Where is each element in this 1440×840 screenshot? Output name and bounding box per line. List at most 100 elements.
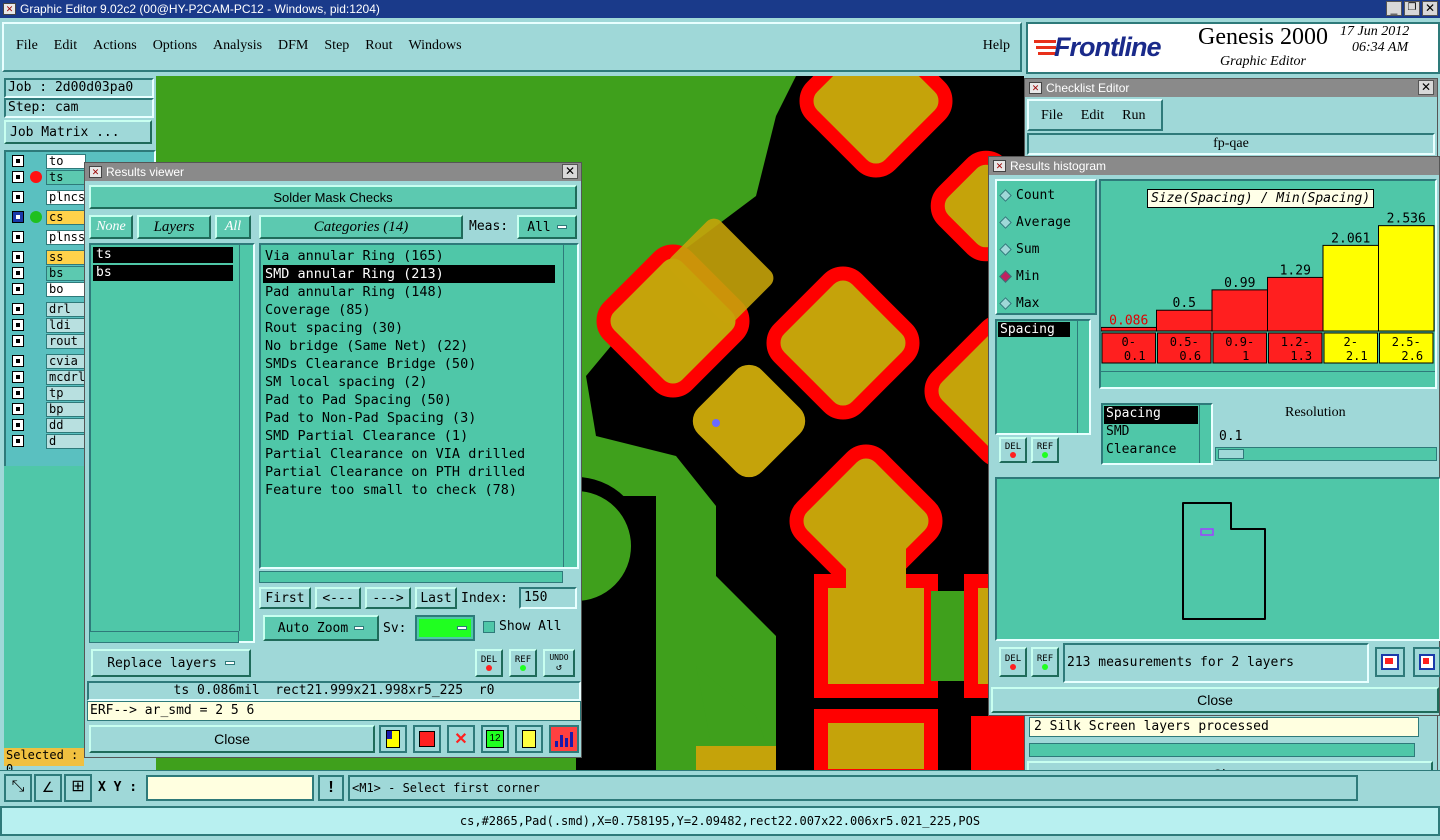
report-icon[interactable] — [515, 725, 543, 753]
histogram-fit-icon[interactable] — [1413, 647, 1440, 677]
layer-list-scroll[interactable] — [239, 245, 253, 631]
all-layers-button[interactable]: All — [215, 215, 251, 239]
layer-checkbox[interactable] — [12, 267, 24, 279]
measure-list-item[interactable]: Spacing — [998, 322, 1070, 337]
categories-button[interactable]: Categories (14) — [259, 215, 463, 239]
close-window-button[interactable]: ✕ — [1422, 1, 1438, 16]
resolution-slider[interactable] — [1215, 447, 1437, 461]
category-item[interactable]: Partial Clearance on VIA drilled — [263, 445, 555, 463]
layer-checkbox[interactable] — [12, 171, 24, 183]
layer-checkbox[interactable] — [12, 435, 24, 447]
resolution-slider-handle[interactable] — [1218, 449, 1244, 459]
histogram-zoom-icon[interactable] — [1375, 647, 1405, 677]
layer-checkbox[interactable] — [12, 387, 24, 399]
results-viewer-close-icon[interactable]: ✕ — [562, 164, 578, 179]
select-tool-icon[interactable]: ⤡ — [4, 774, 32, 802]
rv-undo-button[interactable]: UNDO ↺ — [543, 649, 575, 677]
layer-checkbox[interactable] — [12, 319, 24, 331]
category-item[interactable]: No bridge (Same Net) (22) — [263, 337, 555, 355]
category-item[interactable]: Feature too small to check (78) — [263, 481, 555, 499]
results-layer-item[interactable]: ts — [93, 247, 233, 263]
layer-checkbox[interactable] — [12, 335, 24, 347]
histogram-ref-button[interactable]: REF — [1031, 437, 1059, 463]
layer-checkbox[interactable] — [12, 251, 24, 263]
histogram-del-button[interactable]: DEL — [999, 437, 1027, 463]
layer-checkbox[interactable] — [12, 231, 24, 243]
checklist-menu-edit[interactable]: Edit — [1081, 108, 1104, 124]
category-item[interactable]: SMD annular Ring (213) — [263, 265, 555, 283]
preview-ref-button[interactable]: REF — [1031, 647, 1059, 677]
menu-actions[interactable]: Actions — [93, 38, 137, 54]
histogram-bar[interactable] — [1211, 289, 1268, 332]
category-item[interactable]: SMD Partial Clearance (1) — [263, 427, 555, 445]
layer-checkbox[interactable] — [12, 191, 24, 203]
category-item[interactable]: Partial Clearance on PTH drilled — [263, 463, 555, 481]
menu-dfm[interactable]: DFM — [278, 38, 308, 54]
category-item[interactable]: SM local spacing (2) — [263, 373, 555, 391]
category-item[interactable]: SMDs Clearance Bridge (50) — [263, 355, 555, 373]
checklist-hscroll[interactable] — [1029, 743, 1415, 757]
menu-step[interactable]: Step — [324, 38, 349, 54]
mode-max[interactable]: Max — [999, 293, 1039, 313]
histogram-icon[interactable] — [549, 725, 579, 753]
preview-del-button[interactable]: DEL — [999, 647, 1027, 677]
measure-list-scroll[interactable] — [1077, 321, 1089, 433]
first-button[interactable]: First — [259, 587, 311, 609]
menu-analysis[interactable]: Analysis — [213, 38, 262, 54]
type-list-item[interactable]: SMD — [1104, 424, 1198, 442]
layer-checkbox[interactable] — [12, 211, 24, 223]
menu-edit[interactable]: Edit — [54, 38, 77, 54]
numbering-icon[interactable]: 12 — [481, 725, 509, 753]
auto-zoom-dropdown[interactable]: Auto Zoom — [263, 615, 379, 641]
type-list-item[interactable]: Spacing — [1104, 406, 1198, 424]
layer-checkbox[interactable] — [12, 403, 24, 415]
replace-layers-dropdown[interactable]: Replace layers — [91, 649, 251, 677]
histogram-bar[interactable] — [1267, 276, 1324, 332]
histogram-bar[interactable] — [1156, 309, 1213, 332]
xy-input[interactable] — [146, 775, 314, 801]
category-list-scroll[interactable] — [563, 245, 577, 567]
layer-checkbox[interactable] — [12, 371, 24, 383]
histogram-bar[interactable] — [1322, 244, 1379, 332]
prev-button[interactable]: <--- — [315, 587, 361, 609]
category-list-hscroll[interactable] — [259, 571, 563, 583]
category-item[interactable]: Pad to Pad Spacing (50) — [263, 391, 555, 409]
layer-list-hscroll[interactable] — [89, 631, 239, 643]
index-input[interactable]: 150 — [519, 587, 577, 609]
results-layer-item[interactable]: bs — [93, 265, 233, 281]
copy-to-layer-icon[interactable] — [379, 725, 407, 753]
layers-button[interactable]: Layers — [137, 215, 211, 239]
type-list-scroll[interactable] — [1199, 405, 1211, 463]
mode-count[interactable]: Count — [999, 185, 1055, 205]
checklist-editor-close-icon[interactable]: ✕ — [1418, 80, 1434, 95]
menu-options[interactable]: Options — [153, 38, 197, 54]
mode-average[interactable]: Average — [999, 212, 1071, 232]
none-button[interactable]: None — [89, 215, 133, 239]
category-item[interactable]: Coverage (85) — [263, 301, 555, 319]
layer-checkbox[interactable] — [12, 355, 24, 367]
layer-checkbox[interactable] — [12, 303, 24, 315]
category-item[interactable]: Pad to Non-Pad Spacing (3) — [263, 409, 555, 427]
maximize-button[interactable]: ❐ — [1404, 1, 1420, 16]
category-item[interactable]: Rout spacing (30) — [263, 319, 555, 337]
checklist-menu-file[interactable]: File — [1041, 108, 1063, 124]
category-item[interactable]: Pad annular Ring (148) — [263, 283, 555, 301]
layer-checkbox[interactable] — [12, 155, 24, 167]
export-icon[interactable] — [413, 725, 441, 753]
alert-button[interactable]: ! — [318, 775, 344, 801]
category-item[interactable]: Via annular Ring (165) — [263, 247, 555, 265]
mode-sum[interactable]: Sum — [999, 239, 1039, 259]
rv-ref-button[interactable]: REF — [509, 649, 537, 677]
histogram-close-button[interactable]: Close — [991, 687, 1439, 713]
job-matrix-button[interactable]: Job Matrix ... — [4, 120, 152, 144]
rv-del-button[interactable]: DEL — [475, 649, 503, 677]
menu-help[interactable]: Help — [983, 38, 1010, 54]
menu-file[interactable]: File — [16, 38, 38, 54]
show-all-checkbox[interactable] — [483, 621, 495, 633]
measure-tool-icon[interactable]: ∠ — [34, 774, 62, 802]
last-button[interactable]: Last — [415, 587, 457, 609]
menu-windows[interactable]: Windows — [409, 38, 462, 54]
minimize-button[interactable]: _ — [1386, 1, 1402, 16]
meas-dropdown[interactable]: All — [517, 215, 577, 239]
mode-min[interactable]: Min — [999, 266, 1039, 286]
